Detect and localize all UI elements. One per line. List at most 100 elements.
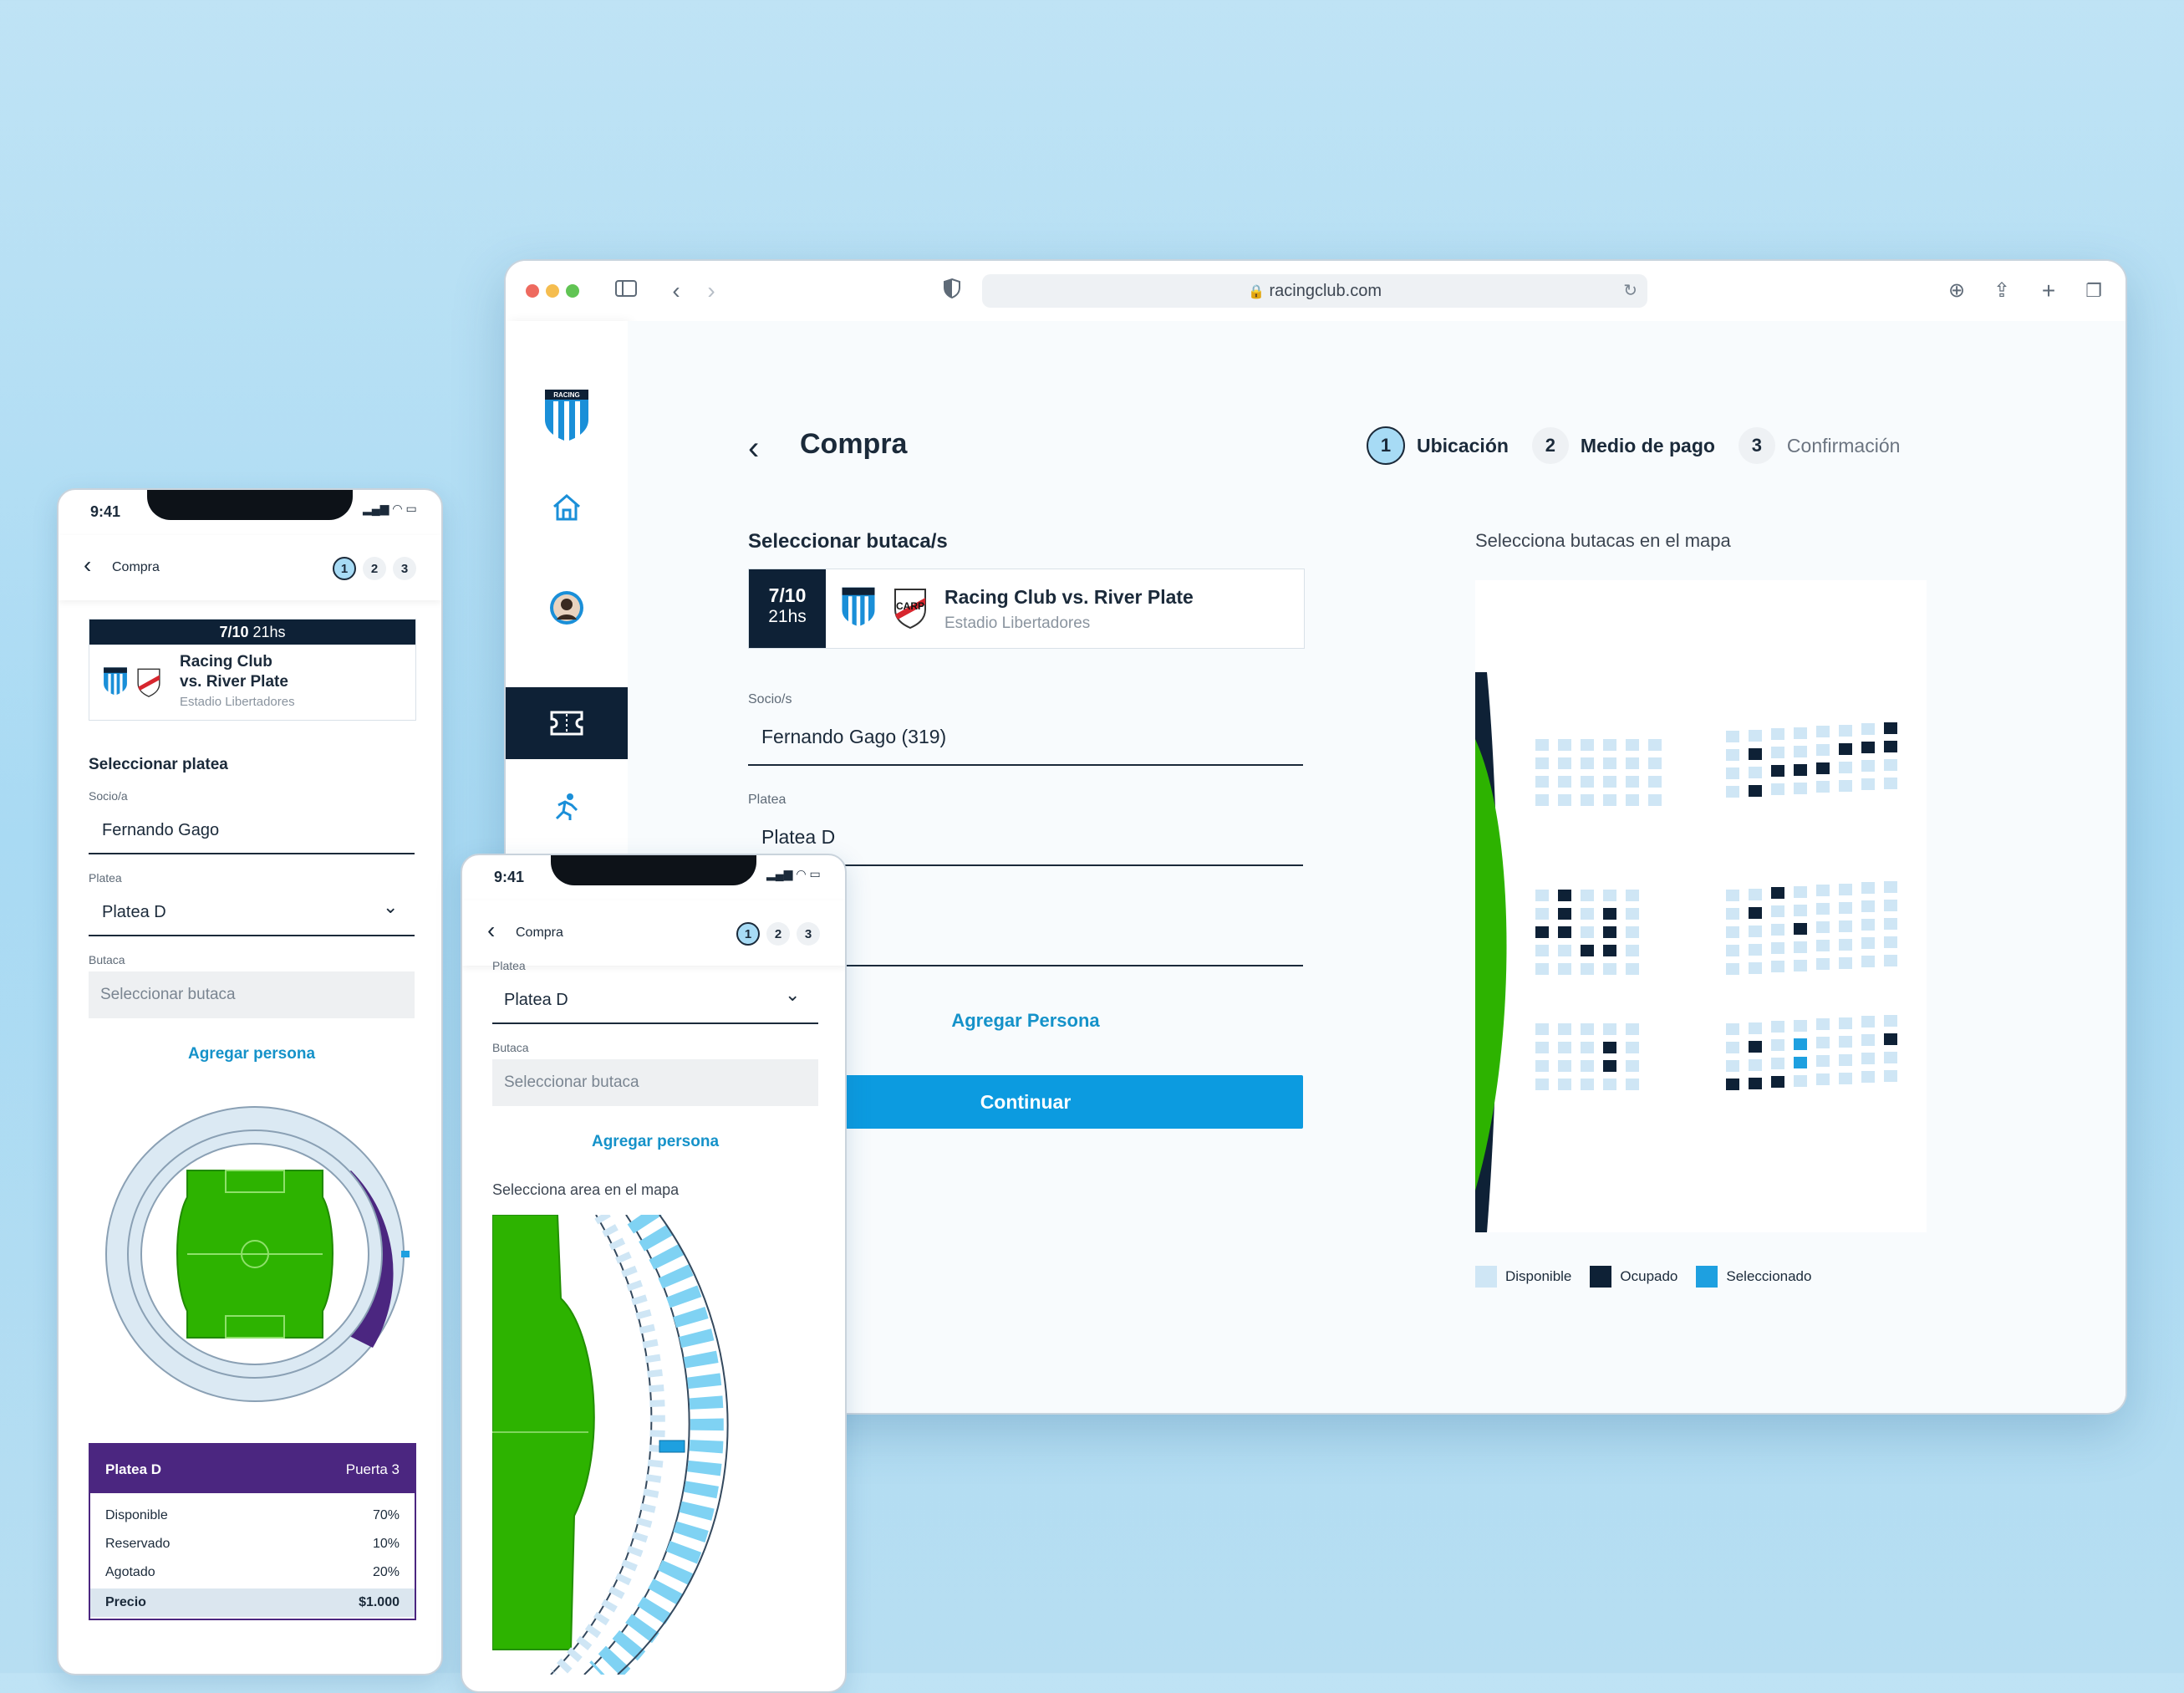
tabs-overview-icon[interactable]: ❐ xyxy=(2080,278,2107,304)
chevron-down-icon[interactable]: ⌄ xyxy=(785,984,800,1006)
seat-available[interactable] xyxy=(1558,794,1571,806)
seat-available[interactable] xyxy=(1771,942,1784,954)
seat-available[interactable] xyxy=(1603,776,1616,788)
seat-available[interactable] xyxy=(1626,776,1639,788)
seat-available[interactable] xyxy=(1558,757,1571,769)
seat-available[interactable] xyxy=(1839,1017,1852,1029)
seat-available[interactable] xyxy=(1626,794,1639,806)
seat-available[interactable] xyxy=(1816,1018,1830,1030)
step-2[interactable]: 2 xyxy=(766,922,790,946)
seat-available[interactable] xyxy=(1535,890,1549,901)
seat-available[interactable] xyxy=(1581,963,1594,975)
back-icon[interactable]: ‹ xyxy=(84,552,91,579)
seat-available[interactable] xyxy=(1839,724,1852,737)
seat-available[interactable] xyxy=(1535,963,1549,975)
seat-available[interactable] xyxy=(1726,749,1739,761)
seat-available[interactable] xyxy=(1558,1023,1571,1035)
back-icon[interactable]: ‹ xyxy=(487,917,495,944)
seat-available[interactable] xyxy=(1884,1069,1897,1082)
seat-available[interactable] xyxy=(1884,1051,1897,1063)
seat-available[interactable] xyxy=(1749,888,1762,900)
seat-available[interactable] xyxy=(1603,794,1616,806)
seat-available[interactable] xyxy=(1861,723,1875,735)
seat-available[interactable] xyxy=(1648,776,1662,788)
seat-available[interactable] xyxy=(1535,794,1549,806)
close-window-icon[interactable] xyxy=(526,284,539,298)
seat-available[interactable] xyxy=(1603,739,1616,751)
seat-available[interactable] xyxy=(1558,739,1571,751)
seat-available[interactable] xyxy=(1816,726,1830,737)
seat-available[interactable] xyxy=(1771,1039,1784,1051)
seat-available[interactable] xyxy=(1771,728,1784,740)
seat-selected[interactable] xyxy=(1794,1056,1807,1068)
step-3[interactable]: 3 xyxy=(797,922,820,946)
seat-available[interactable] xyxy=(1884,954,1897,966)
seat-available[interactable] xyxy=(1535,739,1549,751)
seat-available[interactable] xyxy=(1626,908,1639,920)
seat-available[interactable] xyxy=(1626,890,1639,901)
seat-available[interactable] xyxy=(1648,794,1662,806)
seat-selected[interactable] xyxy=(1794,1038,1807,1050)
seat-available[interactable] xyxy=(1726,767,1739,779)
seat-available[interactable] xyxy=(1816,1073,1830,1085)
seat-available[interactable] xyxy=(1884,899,1897,911)
minimize-window-icon[interactable] xyxy=(546,284,559,298)
seat-available[interactable] xyxy=(1816,958,1830,970)
seat-available[interactable] xyxy=(1861,956,1875,967)
seat-available[interactable] xyxy=(1726,1023,1739,1035)
seat-available[interactable] xyxy=(1861,919,1875,931)
seat-available[interactable] xyxy=(1861,900,1875,912)
seat-available[interactable] xyxy=(1839,1053,1852,1066)
seat-available[interactable] xyxy=(1535,1060,1549,1072)
seat-available[interactable] xyxy=(1816,921,1830,933)
step-1[interactable]: 1 xyxy=(736,922,760,946)
seat-available[interactable] xyxy=(1816,1055,1830,1067)
seat-available[interactable] xyxy=(1794,1074,1807,1087)
step-3-label[interactable]: Confirmación xyxy=(1787,435,1901,457)
seat-available[interactable] xyxy=(1749,766,1762,778)
seat-available[interactable] xyxy=(1581,890,1594,901)
seat-available[interactable] xyxy=(1558,1042,1571,1053)
seat-available[interactable] xyxy=(1839,1072,1852,1084)
seat-available[interactable] xyxy=(1839,883,1852,895)
seat-available[interactable] xyxy=(1839,761,1852,773)
seat-available[interactable] xyxy=(1581,1023,1594,1035)
racing-logo[interactable]: RACING xyxy=(506,380,628,451)
profile-avatar[interactable] xyxy=(506,572,628,644)
seat-available[interactable] xyxy=(1794,727,1807,739)
seat-available[interactable] xyxy=(1626,1023,1639,1035)
seat-available[interactable] xyxy=(1581,1042,1594,1053)
seat-available[interactable] xyxy=(1749,925,1762,937)
new-tab-icon[interactable]: + xyxy=(2035,278,2062,304)
seat-available[interactable] xyxy=(1603,890,1616,901)
back-icon[interactable]: ‹ xyxy=(663,278,690,304)
seat-available[interactable] xyxy=(1794,782,1807,794)
download-icon[interactable]: ⊕ xyxy=(1943,278,1970,304)
seat-available[interactable] xyxy=(1535,757,1549,769)
seat-available[interactable] xyxy=(1535,776,1549,788)
platea-select[interactable]: Platea D xyxy=(504,991,568,1010)
seat-available[interactable] xyxy=(1884,758,1897,771)
step-3[interactable]: 3 xyxy=(393,557,416,580)
seat-available[interactable] xyxy=(1839,938,1852,951)
seat-available[interactable] xyxy=(1839,901,1852,914)
seat-available[interactable] xyxy=(1726,1060,1739,1072)
seat-available[interactable] xyxy=(1535,908,1549,920)
seat-available[interactable] xyxy=(1535,1023,1549,1035)
back-icon[interactable]: ‹ xyxy=(748,430,759,467)
zoom-window-icon[interactable] xyxy=(566,284,579,298)
step-2-label[interactable]: Medio de pago xyxy=(1581,435,1715,457)
seat-available[interactable] xyxy=(1626,757,1639,769)
seat-available[interactable] xyxy=(1816,903,1830,915)
seat-available[interactable] xyxy=(1749,729,1762,742)
step-1-label[interactable]: Ubicación xyxy=(1417,435,1509,457)
step-2-circle[interactable]: 2 xyxy=(1531,427,1569,464)
seat-available[interactable] xyxy=(1626,739,1639,751)
seat-available[interactable] xyxy=(1626,1060,1639,1072)
seat-available[interactable] xyxy=(1816,940,1830,951)
seat-available[interactable] xyxy=(1861,1034,1875,1046)
seat-available[interactable] xyxy=(1839,920,1852,932)
seat-available[interactable] xyxy=(1884,777,1897,789)
platea-select[interactable]: Platea D xyxy=(761,826,835,849)
seat-available[interactable] xyxy=(1626,926,1639,938)
